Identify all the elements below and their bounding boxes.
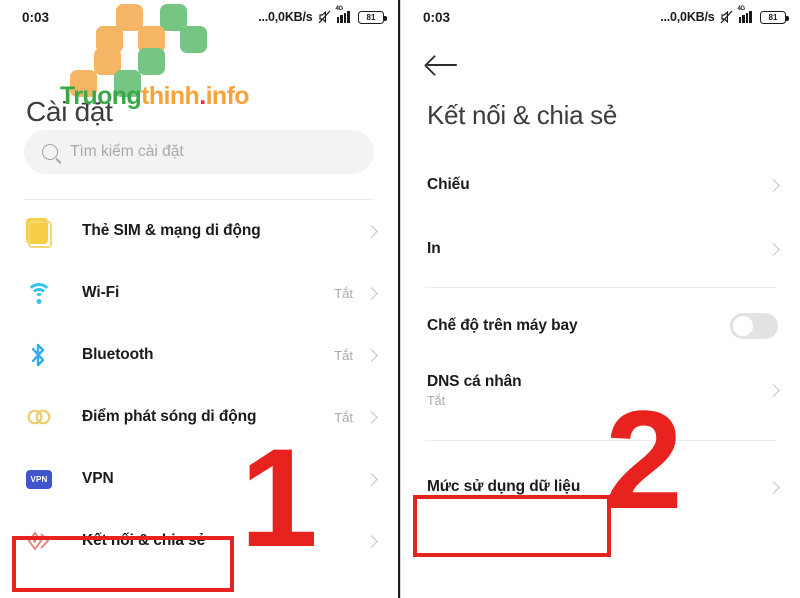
list-item-label: Chiếu [427,176,470,193]
status-icons-left: ...0,0KB/s 4G 81 [258,6,387,24]
divider [425,440,776,441]
network-type-label: 4G [737,6,746,12]
list-item-data-usage[interactable]: Mức sử dụng dữ liệu [401,455,800,519]
list-item-label: Thẻ SIM & mạng di động [82,222,261,239]
battery-level: 81 [768,12,778,22]
status-time: 0:03 [423,9,451,25]
network-speed-text: ...0,0KB/s [660,10,715,24]
list-item-label: Wi-Fi [82,284,120,301]
settings-list: Thẻ SIM & mạng di động Wi-Fi Tắt Bluetoo… [0,200,398,572]
chevron-right-icon [767,178,780,192]
chevron-right-icon [365,286,378,300]
list-item-label: In [427,240,441,257]
chevron-right-icon [365,410,378,424]
chevron-right-icon [767,242,780,256]
connection-settings-list: Chiếu In Chế độ trên máy bay DNS cá nhân… [401,153,800,519]
toggle-knob [733,316,753,336]
chevron-right-icon [365,534,378,548]
list-item-subtitle: Tắt [427,393,446,408]
connection-share-icon [26,529,82,553]
list-item-vpn[interactable]: VPN VPN [0,448,398,510]
chevron-right-icon [365,224,378,238]
list-item-label: Kết nối & chia sẻ [82,532,206,549]
signal-bars-icon: 4G [738,6,756,23]
page-title: Kết nối & chia sẻ [427,100,618,130]
list-item-hotspot[interactable]: Điểm phát sóng di động Tắt [0,386,398,448]
list-item-label: Bluetooth [82,346,154,363]
wifi-icon [26,283,82,304]
network-speed-text: ...0,0KB/s [258,10,313,24]
left-phone-screen: 0:03 ...0,0KB/s 4G 81 Truongthinh.info C… [0,0,400,598]
airplane-mode-toggle[interactable] [730,313,778,339]
list-item-value: Tắt [334,347,353,363]
list-item-label: Chế độ trên máy bay [427,317,578,334]
status-bar-left: 0:03 ...0,0KB/s 4G 81 [0,0,398,34]
list-item-connection-share[interactable]: Kết nối & chia sẻ [0,510,398,572]
status-icons-right: ...0,0KB/s 4G 81 [660,6,789,24]
battery-level: 81 [366,12,376,22]
list-item-sim[interactable]: Thẻ SIM & mạng di động [0,200,398,262]
list-item-label: DNS cá nhân [427,372,522,390]
back-arrow-icon[interactable] [427,52,461,78]
list-item-airplane-mode[interactable]: Chế độ trên máy bay [401,294,800,358]
battery-icon: 81 [760,10,789,24]
list-item-cast[interactable]: Chiếu [401,153,800,217]
list-item-value: Tắt [334,285,353,301]
chevron-right-icon [767,383,780,397]
list-item-label: Mức sử dụng dữ liệu [427,478,581,495]
list-item-value: Tắt [334,409,353,425]
vpn-badge-text: VPN [26,469,52,489]
dual-screenshot-container: 0:03 ...0,0KB/s 4G 81 Truongthinh.info C… [0,0,800,598]
divider [425,287,776,288]
status-time: 0:03 [22,9,50,25]
mute-icon [318,10,331,24]
vpn-icon: VPN [26,469,82,489]
search-input[interactable]: Tìm kiếm cài đặt [24,130,374,174]
status-bar-right: 0:03 ...0,0KB/s 4G 81 [401,0,800,34]
list-item-wifi[interactable]: Wi-Fi Tắt [0,262,398,324]
left-header: Cài đặt [0,34,398,130]
list-item-label: Điểm phát sóng di động [82,408,257,425]
mute-icon [720,10,733,24]
right-phone-screen: 0:03 ...0,0KB/s 4G 81 Kết nối & chia sẻ [400,0,800,598]
search-placeholder: Tìm kiếm cài đặt [70,143,184,160]
list-item-bluetooth[interactable]: Bluetooth Tắt [0,324,398,386]
sim-card-icon [26,218,82,248]
page-title: Cài đặt [26,96,113,127]
chevron-right-icon [365,472,378,486]
battery-icon: 81 [358,10,387,24]
list-item-label: VPN [82,470,114,487]
search-icon [42,144,58,160]
bluetooth-icon [26,342,82,368]
chevron-right-icon [767,480,780,494]
network-type-label: 4G [335,6,344,12]
signal-bars-icon: 4G [336,6,354,23]
hotspot-icon [26,406,82,428]
chevron-right-icon [365,348,378,362]
list-item-private-dns[interactable]: DNS cá nhân Tắt [401,358,800,422]
list-item-print[interactable]: In [401,217,800,281]
